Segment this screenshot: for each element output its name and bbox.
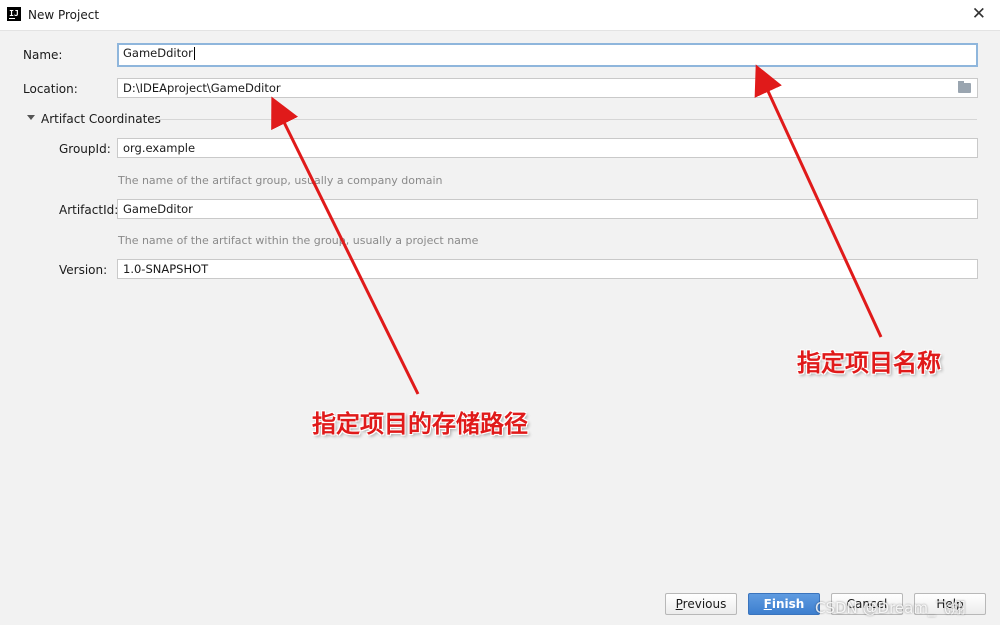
previous-button[interactable]: Previous xyxy=(665,593,737,615)
annotation-arrows xyxy=(271,64,883,395)
annotation-project-name: 指定项目名称 xyxy=(797,349,941,377)
arrow-to-location xyxy=(271,96,420,395)
csdn-watermark: CSDN @Dream_飞翔 xyxy=(815,599,966,617)
finish-button[interactable]: Finish xyxy=(748,593,820,615)
arrow-to-name xyxy=(754,64,883,338)
annotation-storage-path: 指定项目的存储路径 xyxy=(312,410,528,438)
